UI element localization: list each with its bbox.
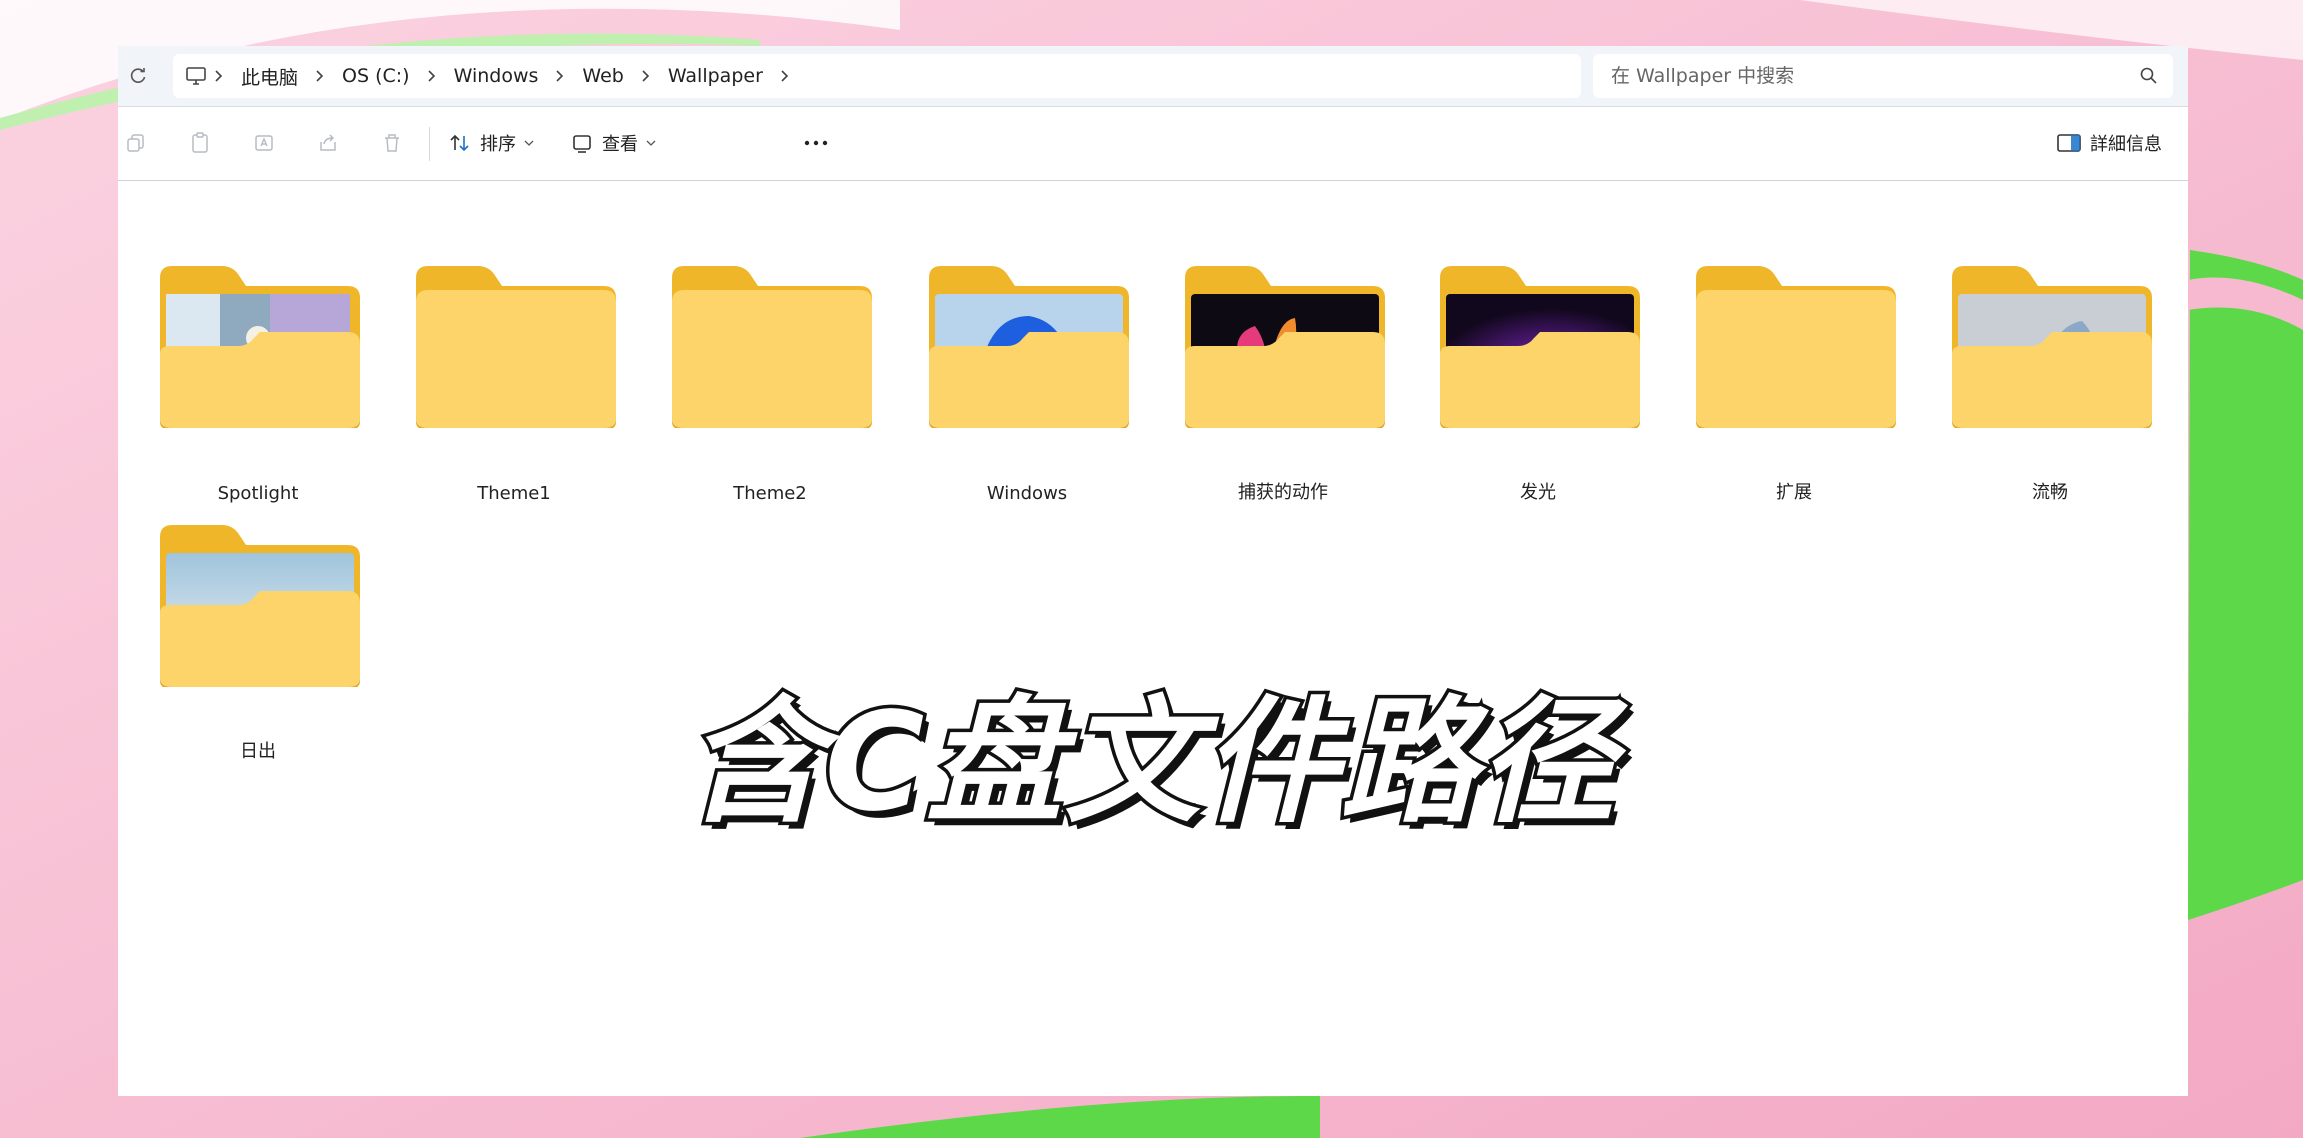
search-icon[interactable] <box>2138 65 2160 87</box>
folder-captured-motion[interactable]: 捕获的动作 <box>1163 266 1403 516</box>
file-explorer-window: 此电脑 OS (C:) Windows Web Wallpaper 在 Wall… <box>118 46 2188 1096</box>
trash-icon <box>385 134 399 152</box>
folder-windows[interactable]: Windows <box>907 266 1147 516</box>
breadcrumb-item-wallpaper[interactable]: Wallpaper <box>658 54 773 98</box>
details-label: 詳細信息 <box>2090 134 2162 155</box>
breadcrumb-label: Wallpaper <box>667 65 763 87</box>
breadcrumb-chevron-icon[interactable] <box>207 54 231 98</box>
folder-icon <box>1952 266 2152 428</box>
details-pane-button[interactable]: 詳細信息 <box>2056 125 2162 161</box>
folder-icon <box>1696 266 1896 428</box>
breadcrumb-item-windows[interactable]: Windows <box>444 54 549 98</box>
breadcrumb-label: OS (C:) <box>342 65 410 87</box>
chevron-down-icon <box>524 139 534 147</box>
delete-button[interactable] <box>380 125 404 161</box>
folder-name: Windows <box>986 483 1068 504</box>
breadcrumb-chevron-icon[interactable] <box>634 54 658 98</box>
folder-theme2[interactable]: Theme2 <box>650 266 890 516</box>
breadcrumb-chevron-icon[interactable] <box>773 54 797 98</box>
folder-name: Theme1 <box>477 483 551 504</box>
folder-icon <box>1440 266 1640 428</box>
breadcrumb-label: Web <box>582 65 624 87</box>
share-icon <box>320 134 336 151</box>
breadcrumb-item-web[interactable]: Web <box>572 54 633 98</box>
folder-spotlight[interactable]: Spotlight <box>138 266 378 516</box>
folder-icon <box>1185 266 1385 428</box>
folder-name: 扩展 <box>1776 482 1812 503</box>
breadcrumb-chevron-icon[interactable] <box>308 54 332 98</box>
sort-button[interactable]: 排序 <box>448 125 534 161</box>
folder-icon <box>672 266 872 428</box>
command-bar: 排序 查看 詳細信息 <box>118 107 2188 181</box>
rename-button[interactable] <box>252 125 276 161</box>
breadcrumb-label: Windows <box>453 65 539 87</box>
folder-extend[interactable]: 扩展 <box>1674 266 1914 516</box>
folder-name: 流畅 <box>2032 482 2068 503</box>
toolbar-divider <box>429 127 430 161</box>
folder-grid: Spotlight Theme1 Theme2 Windows 捕获的动作 发光… <box>118 180 2188 1096</box>
folder-name: Spotlight <box>217 483 299 504</box>
breadcrumb-item-os-c[interactable]: OS (C:) <box>332 54 420 98</box>
view-icon <box>573 135 591 153</box>
address-bar: 此电脑 OS (C:) Windows Web Wallpaper 在 Wall… <box>118 46 2188 107</box>
more-icon <box>804 140 828 146</box>
breadcrumb-chevron-icon[interactable] <box>548 54 572 98</box>
copy-icon <box>127 134 144 152</box>
chevron-down-icon <box>646 139 656 147</box>
breadcrumb-item-this-pc[interactable]: 此电脑 <box>231 54 308 98</box>
folder-glow[interactable]: 发光 <box>1418 266 1658 516</box>
paste-button[interactable] <box>188 125 212 161</box>
folder-icon <box>160 525 360 687</box>
folder-icon <box>160 266 360 428</box>
folder-name: 发光 <box>1520 482 1556 503</box>
view-button[interactable]: 查看 <box>570 125 656 161</box>
monitor-icon <box>186 67 206 85</box>
search-input[interactable] <box>1593 54 2173 98</box>
folder-theme1[interactable]: Theme1 <box>394 266 634 516</box>
folder-icon <box>929 266 1129 428</box>
folder-name: 捕获的动作 <box>1238 482 1328 503</box>
folder-flow[interactable]: 流畅 <box>1930 266 2170 516</box>
breadcrumb-root-pc[interactable] <box>185 54 207 98</box>
folder-icon <box>416 266 616 428</box>
sort-label: 排序 <box>480 134 516 155</box>
sort-icon <box>450 134 469 152</box>
details-pane-icon <box>2057 134 2081 152</box>
breadcrumb-label: 此电脑 <box>241 66 299 89</box>
copy-path-button[interactable] <box>124 125 148 161</box>
clipboard-icon <box>192 132 208 153</box>
view-label: 查看 <box>602 134 638 155</box>
share-button[interactable] <box>316 125 340 161</box>
folder-name: Theme2 <box>733 483 807 504</box>
rename-icon <box>255 135 273 151</box>
refresh-button[interactable] <box>120 58 156 94</box>
breadcrumb[interactable]: 此电脑 OS (C:) Windows Web Wallpaper <box>173 54 1581 98</box>
more-options-button[interactable] <box>802 125 830 161</box>
refresh-icon <box>130 68 146 83</box>
overlay-caption: 含C盘文件路径 <box>683 681 1618 846</box>
breadcrumb-chevron-icon[interactable] <box>420 54 444 98</box>
